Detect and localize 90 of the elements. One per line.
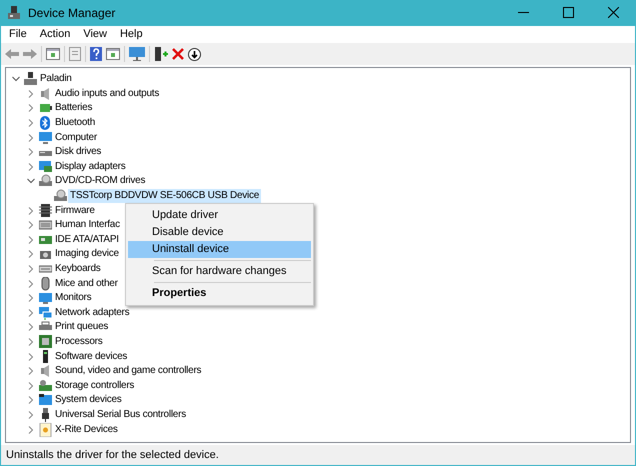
context-menu-item[interactable]: Scan for hardware changes xyxy=(128,263,311,280)
tree-item[interactable]: Mice and other xyxy=(53,276,120,291)
menu-item[interactable]: Help xyxy=(114,26,149,43)
close-icon[interactable] xyxy=(608,7,619,18)
forward-icon[interactable] xyxy=(23,48,37,60)
menu-item[interactable]: View xyxy=(77,26,113,43)
tree-item[interactable]: DVD/CD-ROM drives xyxy=(53,174,148,188)
tree-item[interactable]: Keyboards xyxy=(53,262,103,276)
expand-chevron-icon[interactable] xyxy=(27,162,35,171)
mouse-icon xyxy=(39,276,52,291)
expand-chevron-icon[interactable] xyxy=(27,250,35,258)
tree-item[interactable]: TSSTcorp BDDVDW SE-506CB USB Device xyxy=(68,189,262,204)
expand-chevron-icon[interactable] xyxy=(27,410,35,419)
expand-chevron-icon[interactable] xyxy=(27,104,35,112)
storage-icon xyxy=(39,378,52,393)
expand-chevron-icon[interactable] xyxy=(27,294,35,302)
tree-item[interactable]: Storage controllers xyxy=(53,378,136,393)
monitor-icon xyxy=(39,130,52,145)
tree-item[interactable]: Human Interfac xyxy=(53,218,122,232)
tree-item[interactable]: X-Rite Devices xyxy=(53,422,120,437)
processor-icon xyxy=(39,334,52,349)
tree-item[interactable]: IDE ATA/ATAPI xyxy=(53,232,121,247)
tree-item[interactable]: Sound, video and game controllers xyxy=(53,364,204,378)
menu-item[interactable]: File xyxy=(3,26,33,43)
collapse-chevron-icon[interactable] xyxy=(27,177,35,186)
help-icon[interactable] xyxy=(90,47,102,61)
window-panel-icon[interactable] xyxy=(106,48,120,60)
tree-item[interactable]: Computer xyxy=(53,130,99,145)
tree-item[interactable]: Disk drives xyxy=(53,145,104,160)
context-menu-item[interactable]: Properties xyxy=(128,285,311,302)
window-panel-icon[interactable] xyxy=(46,48,60,60)
usb-icon xyxy=(39,408,52,422)
tree-item[interactable]: Audio inputs and outputs xyxy=(53,86,162,101)
expand-chevron-icon[interactable] xyxy=(27,426,35,434)
monitor-icon xyxy=(39,291,52,306)
collapse-chevron-icon[interactable] xyxy=(12,75,20,84)
document-icon xyxy=(39,422,52,437)
tree-item[interactable]: Firmware xyxy=(53,204,97,218)
expand-chevron-icon[interactable] xyxy=(27,221,35,230)
expand-chevron-icon[interactable] xyxy=(27,134,35,142)
tree-item[interactable]: Batteries xyxy=(53,101,94,116)
context-menu-item[interactable]: Uninstall device xyxy=(128,241,311,258)
back-icon[interactable] xyxy=(5,48,19,60)
expand-chevron-icon[interactable] xyxy=(27,338,35,346)
tree-item[interactable]: Display adapters xyxy=(53,160,128,174)
tree-item[interactable]: Bluetooth xyxy=(53,116,98,130)
expand-chevron-icon[interactable] xyxy=(27,308,35,317)
expand-chevron-icon[interactable] xyxy=(27,265,35,274)
tree-item[interactable]: Monitors xyxy=(53,291,94,306)
expand-chevron-icon[interactable] xyxy=(27,367,35,376)
tree-item[interactable]: Paladin xyxy=(38,72,74,86)
speaker-icon xyxy=(39,86,52,101)
add-device-icon[interactable] xyxy=(154,47,168,61)
expand-chevron-icon[interactable] xyxy=(27,119,35,128)
network-icon xyxy=(39,306,52,320)
expand-chevron-icon[interactable] xyxy=(27,236,35,244)
context-menu-item[interactable]: Update driver xyxy=(128,207,311,224)
disc-drive-icon xyxy=(54,189,67,204)
disc-drive-icon xyxy=(39,174,52,188)
monitor-icon[interactable] xyxy=(129,47,145,61)
expand-chevron-icon[interactable] xyxy=(27,396,35,404)
window-title: Device Manager xyxy=(28,5,116,22)
tree-item[interactable]: Universal Serial Bus controllers xyxy=(53,408,188,422)
folder-icon xyxy=(39,393,52,408)
keyboard-icon xyxy=(39,218,52,232)
delete-icon[interactable] xyxy=(172,48,184,60)
app-icon xyxy=(8,6,20,20)
expand-chevron-icon[interactable] xyxy=(27,148,35,156)
expand-chevron-icon[interactable] xyxy=(27,206,35,215)
chip-icon xyxy=(39,204,52,218)
tree-item[interactable]: Network adapters xyxy=(53,306,132,320)
speaker-icon xyxy=(39,364,52,378)
tree-item[interactable]: Imaging device xyxy=(53,247,121,262)
menu-item[interactable]: Action xyxy=(34,26,76,43)
expand-chevron-icon[interactable] xyxy=(27,352,35,361)
status-text: Uninstalls the driver for the selected device. xyxy=(6,448,219,463)
expand-chevron-icon[interactable] xyxy=(27,323,35,332)
bluetooth-icon xyxy=(39,116,52,130)
tree-item[interactable]: Processors xyxy=(53,334,105,349)
expand-chevron-icon[interactable] xyxy=(27,382,35,390)
display-adapter-icon xyxy=(39,160,52,174)
properties-icon[interactable] xyxy=(69,47,81,61)
expand-chevron-icon[interactable] xyxy=(27,280,35,288)
tree-item[interactable]: Software devices xyxy=(53,350,130,364)
maximize-icon[interactable] xyxy=(563,7,574,18)
context-menu-item[interactable]: Disable device xyxy=(128,224,311,241)
download-icon[interactable] xyxy=(188,48,201,60)
tree-item[interactable]: System devices xyxy=(53,393,124,408)
tree-item[interactable]: Print queues xyxy=(53,320,110,334)
expand-chevron-icon[interactable] xyxy=(27,90,35,98)
